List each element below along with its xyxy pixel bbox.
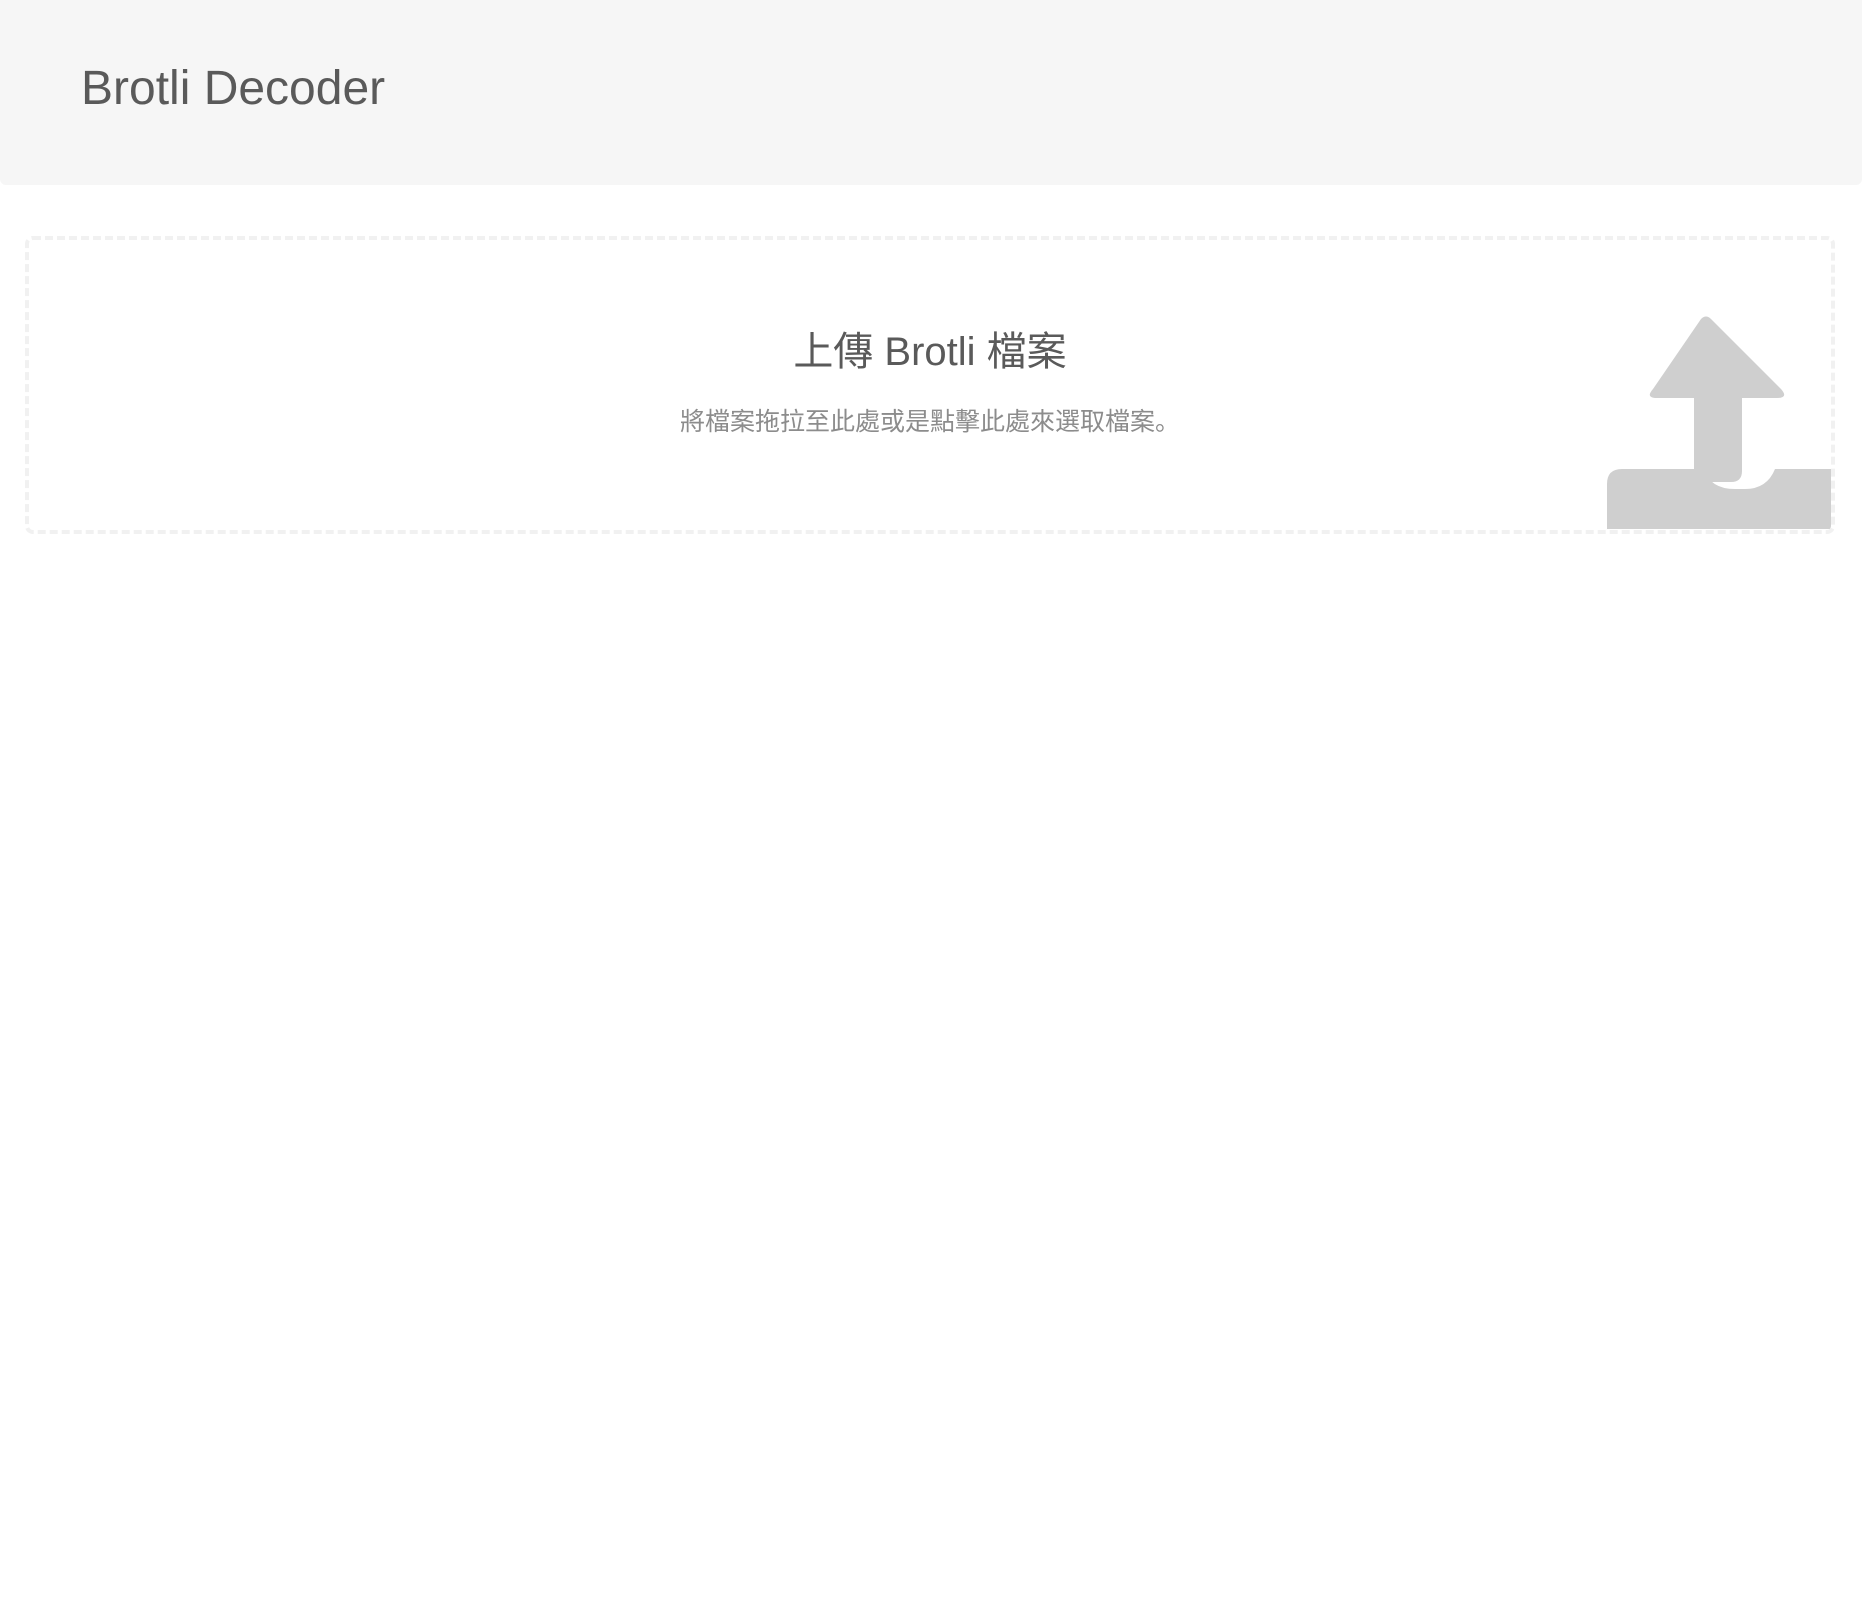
dropzone-title: 上傳 Brotli 檔案 [793, 330, 1067, 374]
dropzone-hint: 將檔案拖拉至此處或是點擊此處來選取檔案。 [679, 408, 1180, 436]
file-dropzone[interactable]: 上傳 Brotli 檔案 將檔案拖拉至此處或是點擊此處來選取檔案。 [25, 236, 1835, 534]
app-header: Brotli Decoder [0, 0, 1862, 185]
app-title: Brotli Decoder [81, 62, 386, 115]
upload-icon [1607, 314, 1831, 530]
page: Brotli Decoder 上傳 Brotli 檔案 將檔案拖拉至此處或是點擊… [0, 0, 1862, 1600]
